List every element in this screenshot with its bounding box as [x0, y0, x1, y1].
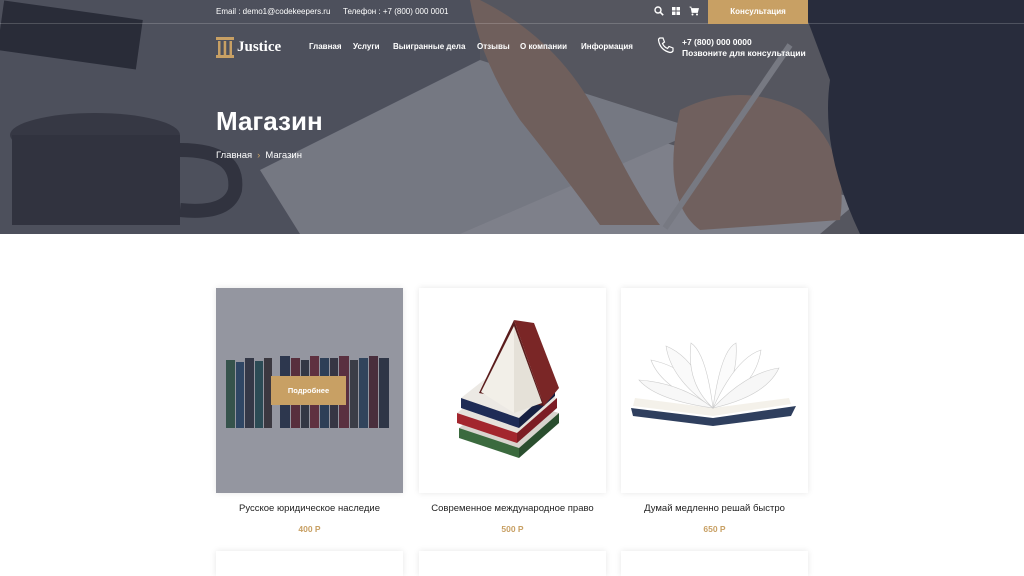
book-stack-image	[457, 320, 559, 458]
product-card[interactable]: Современное международное право 500 Р	[419, 288, 606, 534]
nav-won-cases[interactable]: Выигранные дела	[393, 42, 465, 51]
grid-icon[interactable]	[671, 6, 681, 16]
product-price: 500 Р	[501, 524, 524, 534]
cart-icon[interactable]	[689, 6, 699, 16]
product-image[interactable]	[621, 288, 808, 493]
topbar-phone[interactable]: Телефон : +7 (800) 000 0001	[343, 7, 448, 16]
header-phone-caption: Позвоните для консультации	[682, 48, 806, 58]
nav-about[interactable]: О компании	[520, 42, 567, 51]
page-title: Магазин	[216, 106, 323, 136]
breadcrumb-home[interactable]: Главная	[216, 150, 252, 161]
nav-reviews[interactable]: Отзывы	[477, 42, 510, 51]
main-header: Justice Главная Услуги Выигранные дела О…	[0, 28, 1024, 68]
product-image[interactable]	[419, 288, 606, 493]
nav-home[interactable]: Главная	[309, 42, 342, 51]
topbar-email[interactable]: Email : demo1@codekeepers.ru	[216, 7, 330, 16]
product-name[interactable]: Думай медленно решай быстро	[621, 503, 808, 514]
logo-text: Justice	[237, 38, 282, 55]
consultation-button[interactable]: Консультация	[708, 0, 808, 24]
nav-information[interactable]: Информация	[581, 42, 633, 51]
product-name[interactable]: Русское юридическое наследие	[216, 503, 403, 514]
breadcrumb-current: Магазин	[265, 150, 302, 161]
header-phone-number[interactable]: +7 (800) 000 0000	[682, 37, 752, 47]
open-book-image	[631, 342, 796, 426]
hero-banner: Email : demo1@codekeepers.ru Телефон : +…	[0, 0, 1024, 234]
product-image[interactable]: Подробнее	[216, 288, 403, 493]
product-name[interactable]: Современное международное право	[419, 503, 606, 514]
breadcrumb-separator: ›	[257, 150, 261, 161]
phone-icon	[657, 37, 674, 54]
product-card[interactable]: Думай медленно решай быстро 650 Р	[621, 288, 808, 534]
product-price: 650 Р	[703, 524, 726, 534]
product-card-next-row[interactable]	[621, 551, 808, 576]
breadcrumb: Главная › Магазин	[216, 150, 302, 161]
product-price: 400 Р	[298, 524, 321, 534]
product-card-next-row[interactable]	[216, 551, 403, 576]
pillar-logo-icon	[216, 37, 234, 58]
logo[interactable]: Justice	[216, 34, 281, 60]
search-icon[interactable]	[654, 6, 664, 16]
details-button[interactable]: Подробнее	[271, 376, 346, 405]
product-card-next-row[interactable]	[419, 551, 606, 576]
nav-services[interactable]: Услуги	[353, 42, 380, 51]
product-card[interactable]: Подробнее Русское юридическое наследие 4…	[216, 288, 403, 534]
topbar: Email : demo1@codekeepers.ru Телефон : +…	[0, 0, 1024, 24]
